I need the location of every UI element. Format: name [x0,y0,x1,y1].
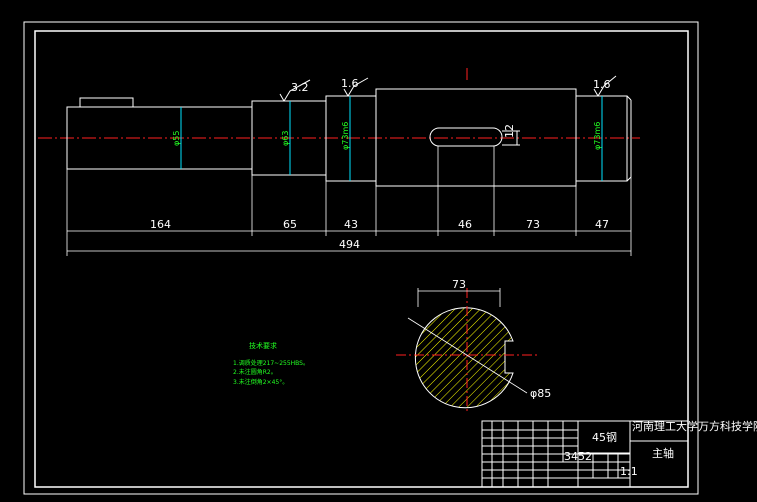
title-school: 河南理工大学万方科技学院 [632,419,757,433]
dim-46: 46 [458,218,472,231]
keyway-slot [429,127,503,147]
tech-req-item-2: 2.未注圆角R2。 [233,368,277,376]
roughness-value-3: 1.6 [593,78,611,91]
drawing-svg: 12 φ55 φ63 φ73m6 φ73m6 3.2 1.6 1.6 164 6… [23,21,757,495]
dim-73: 73 [526,218,540,231]
section-diameter-label: φ85 [530,387,551,400]
roughness-value-1: 3.2 [291,81,309,94]
diameter-label-63: φ63 [281,131,290,146]
tech-req-title: 技术要求 [249,341,277,350]
dim-164: 164 [150,218,171,231]
title-scale: 1:1 [620,465,638,478]
outer-border [23,21,699,495]
section-view [396,288,540,412]
roughness-value-2: 1.6 [341,77,359,90]
dim-47: 47 [595,218,609,231]
section-width-label: 73 [452,278,466,291]
tech-req-item-1: 1.调质处理217~255HBS。 [233,359,309,367]
keyway-label: 12 [503,124,516,138]
diameter-label-73m6-a: φ73m6 [341,122,350,150]
diameter-label-73m6-b: φ73m6 [593,122,602,150]
cad-drawing-canvas: 12 φ55 φ63 φ73m6 φ73m6 3.2 1.6 1.6 164 6… [0,0,757,502]
section-hatch [414,307,514,409]
dim-65: 65 [283,218,297,231]
title-code: 3452 [564,450,592,463]
title-part-name: 主轴 [652,446,674,460]
title-material: 45钢 [592,431,617,444]
dim-494: 494 [339,238,360,251]
diameter-label-55: φ55 [172,131,181,146]
tech-req-item-3: 3.未注倒角2×45°。 [233,378,288,386]
dim-43: 43 [344,218,358,231]
